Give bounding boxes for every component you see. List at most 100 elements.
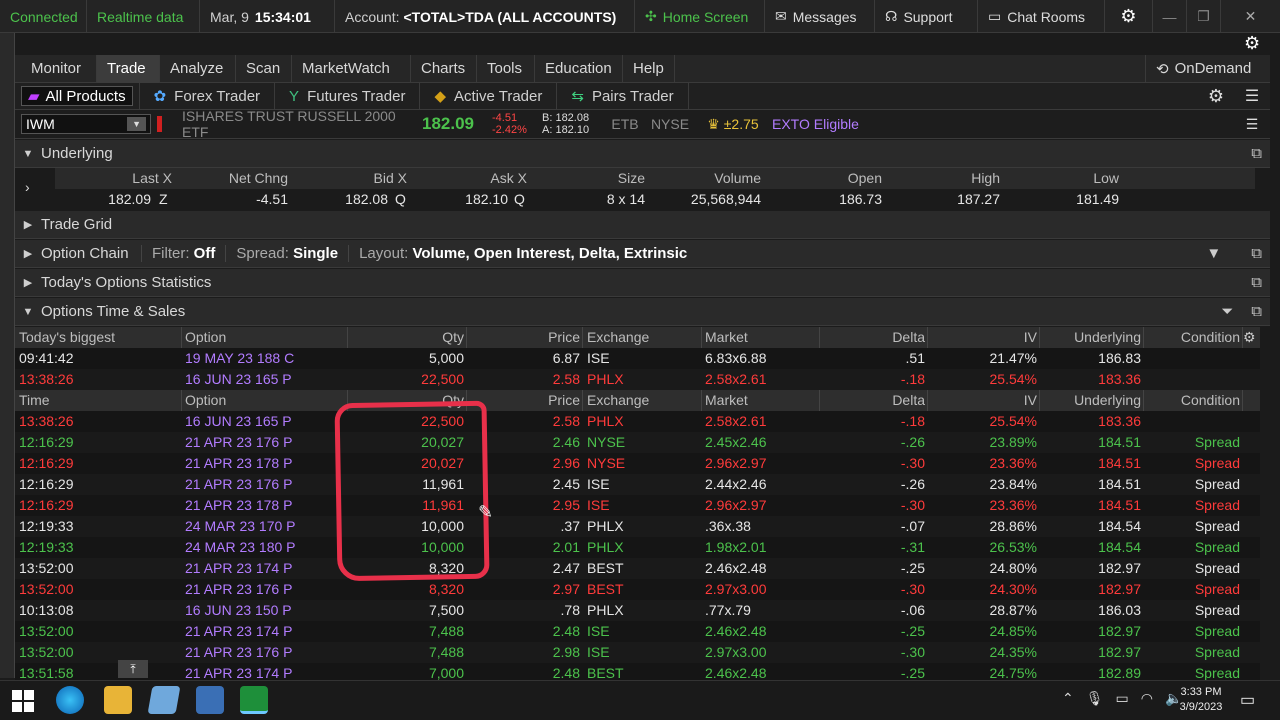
- account-selector[interactable]: Account: <TOTAL>TDA (ALL ACCOUNTS): [335, 0, 635, 33]
- column-header-cond[interactable]: Condition: [1145, 390, 1240, 411]
- chevron-right-icon: ▶: [23, 219, 33, 231]
- maximize-button[interactable]: ❐: [1187, 0, 1221, 33]
- minimize-button[interactable]: —: [1153, 0, 1187, 33]
- tab-pairs-trader[interactable]: ⇆ Pairs Trader: [557, 82, 689, 110]
- layout-dropdown[interactable]: Layout: Volume, Open Interest, Delta, Ex…: [348, 245, 697, 262]
- page-settings-icon[interactable]: ⚙: [1244, 33, 1260, 54]
- cell-cond: Spread: [1194, 539, 1240, 555]
- trade-row[interactable]: 12:16:29 21 APR 23 178 P 11,961 2.95 ISE 2.96…: [15, 495, 1260, 516]
- close-button[interactable]: ✕: [1221, 0, 1280, 33]
- detach-icon[interactable]: ⧉: [1251, 303, 1262, 320]
- home-screen-button[interactable]: ✣ Home Screen: [635, 0, 765, 33]
- tab-futures-trader[interactable]: Y Futures Trader: [275, 82, 421, 110]
- tab-education[interactable]: Education: [535, 54, 623, 83]
- left-panel-collapse-strip[interactable]: [0, 33, 15, 678]
- trade-row[interactable]: 12:19:33 24 MAR 23 180 P 10,000 2.01 PHLX 1.9…: [15, 537, 1260, 558]
- battery-icon[interactable]: ▭: [1116, 690, 1129, 707]
- start-button[interactable]: [12, 690, 34, 712]
- column-header-und[interactable]: Underlying: [1041, 390, 1141, 411]
- column-header-exch[interactable]: Exchange: [587, 327, 699, 348]
- option-chain-header[interactable]: ▶ Option Chain Filter: Off Spread: Singl…: [15, 240, 1270, 268]
- column-header-exch[interactable]: Exchange: [587, 390, 699, 411]
- trade-row[interactable]: 10:13:08 16 JUN 23 150 P 7,500 .78 PHLX .77x.…: [15, 600, 1260, 621]
- cell-time: 12:16:29: [19, 434, 74, 450]
- tab-marketwatch[interactable]: MarketWatch: [292, 54, 411, 83]
- filter-funnel-icon[interactable]: ⏷: [1221, 303, 1233, 320]
- link-color-marker[interactable]: [157, 116, 162, 132]
- cell-option: 24 MAR 23 180 P: [185, 539, 296, 555]
- chevron-up-icon[interactable]: ⌃: [1062, 690, 1074, 707]
- settings-button[interactable]: ⚙: [1105, 0, 1153, 33]
- column-header-cond[interactable]: Condition: [1145, 327, 1240, 348]
- column-header-option[interactable]: Option: [185, 390, 345, 411]
- filter-dropdown[interactable]: Filter: Off: [141, 245, 225, 262]
- cell-time: 13:52:00: [19, 623, 74, 639]
- taskbar-clock[interactable]: 3:33 PM 3/9/2023: [1176, 685, 1226, 715]
- trade-row[interactable]: 12:16:29 21 APR 23 178 P 20,027 2.96 NYSE 2.9…: [15, 453, 1260, 474]
- chat-rooms-button[interactable]: ▭ Chat Rooms: [978, 0, 1105, 33]
- trade-row[interactable]: 13:52:00 21 APR 23 174 P 8,320 2.47 BEST 2.46…: [15, 558, 1260, 579]
- underlying-header[interactable]: ▼ Underlying ⧉: [15, 140, 1270, 168]
- tab-trade[interactable]: Trade: [97, 54, 160, 83]
- trade-row[interactable]: 13:52:00 21 APR 23 174 P 7,488 2.48 ISE 2.46x…: [15, 621, 1260, 642]
- scroll-top-button[interactable]: ⤒: [118, 660, 148, 678]
- column-header-price[interactable]: Price: [468, 327, 580, 348]
- trade-row[interactable]: 13:52:00 21 APR 23 176 P 7,488 2.98 ISE 2.97x…: [15, 642, 1260, 663]
- options-stats-header[interactable]: ▶ Today's Options Statistics ⧉: [15, 269, 1270, 297]
- support-button[interactable]: ☊ Support: [875, 0, 978, 33]
- tab-analyze[interactable]: Analyze: [160, 54, 236, 83]
- column-header-qty[interactable]: Qty: [349, 327, 464, 348]
- column-settings-icon[interactable]: ⚙: [1243, 327, 1259, 348]
- ondemand-button[interactable]: ⟲ OnDemand: [1145, 54, 1270, 83]
- microphone-icon[interactable]: 🎙: [1086, 690, 1104, 707]
- column-header-iv[interactable]: IV: [929, 390, 1037, 411]
- tab-help[interactable]: Help: [623, 54, 675, 83]
- val-ask-x: Q: [514, 191, 525, 207]
- biggest-trade-row[interactable]: 13:38:26 16 JUN 23 165 P 22,500 2.58 PHLX 2.5…: [15, 369, 1260, 390]
- column-header-market[interactable]: Market: [705, 327, 817, 348]
- wifi-icon[interactable]: ◠: [1141, 690, 1153, 707]
- spread-dropdown[interactable]: Spread: Single: [225, 245, 348, 262]
- trade-row[interactable]: 12:16:29 21 APR 23 176 P 11,961 2.45 ISE 2.44…: [15, 474, 1260, 495]
- trade-row[interactable]: 13:52:00 21 APR 23 176 P 8,320 2.97 BEST 2.97…: [15, 579, 1260, 600]
- detach-icon[interactable]: ⧉: [1251, 245, 1262, 262]
- expand-row-icon[interactable]: ›: [25, 179, 30, 195]
- collapse-arrow-icon[interactable]: ▼: [1206, 245, 1221, 262]
- symbol-input[interactable]: IWM ▼: [21, 114, 151, 134]
- tab-monitor[interactable]: Monitor: [15, 54, 97, 83]
- column-header-delta[interactable]: Delta: [821, 390, 925, 411]
- notification-icon[interactable]: ▭: [1240, 690, 1255, 710]
- trade-grid-header[interactable]: ▶ Trade Grid: [15, 211, 1270, 239]
- column-header-option[interactable]: Option: [185, 327, 345, 348]
- file-explorer-icon[interactable]: [104, 686, 132, 714]
- tab-forex-trader[interactable]: ✿ Forex Trader: [140, 82, 276, 110]
- tab-active-trader[interactable]: ◆ Active Trader: [420, 82, 558, 110]
- tab-charts[interactable]: Charts: [411, 54, 477, 83]
- calculator-icon[interactable]: [196, 686, 224, 714]
- column-header-time[interactable]: Time: [19, 390, 179, 411]
- time-and-sales-header[interactable]: ▼ Options Time & Sales ⏷ ⧉: [15, 298, 1270, 326]
- column-header-iv[interactable]: IV: [929, 327, 1037, 348]
- thinkorswim-icon[interactable]: [240, 686, 268, 714]
- trade-row[interactable]: 12:16:29 21 APR 23 176 P 20,027 2.46 NYSE 2.4…: [15, 432, 1260, 453]
- app-icon[interactable]: [147, 686, 181, 714]
- tab-scan[interactable]: Scan: [236, 54, 292, 83]
- column-header-time[interactable]: Today's biggest: [19, 327, 179, 348]
- quote-menu-icon[interactable]: ☰: [1234, 116, 1270, 133]
- biggest-trade-row[interactable]: 09:41:42 19 MAY 23 188 C 5,000 6.87 ISE 6.83x…: [15, 348, 1260, 369]
- trade-row[interactable]: 13:38:26 16 JUN 23 165 P 22,500 2.58 PHLX 2.5…: [15, 411, 1260, 432]
- trade-row[interactable]: 12:19:33 24 MAR 23 170 P 10,000.37 PHLX .36x…: [15, 516, 1260, 537]
- layout-settings-icon[interactable]: ⚙: [1198, 86, 1234, 107]
- symbol-dropdown-icon[interactable]: ▼: [127, 117, 146, 131]
- column-header-delta[interactable]: Delta: [821, 327, 925, 348]
- column-header-market[interactable]: Market: [705, 390, 817, 411]
- edge-icon[interactable]: [56, 686, 84, 714]
- tab-tools[interactable]: Tools: [477, 54, 535, 83]
- chevron-down-icon: ▼: [22, 305, 34, 318]
- tab-all-products[interactable]: ▰ All Products: [15, 82, 140, 110]
- messages-button[interactable]: ✉ Messages: [765, 0, 875, 33]
- column-header-und[interactable]: Underlying: [1041, 327, 1141, 348]
- detach-icon[interactable]: ⧉: [1251, 145, 1262, 162]
- detach-icon[interactable]: ⧉: [1251, 274, 1262, 291]
- list-menu-icon[interactable]: ☰: [1234, 86, 1270, 106]
